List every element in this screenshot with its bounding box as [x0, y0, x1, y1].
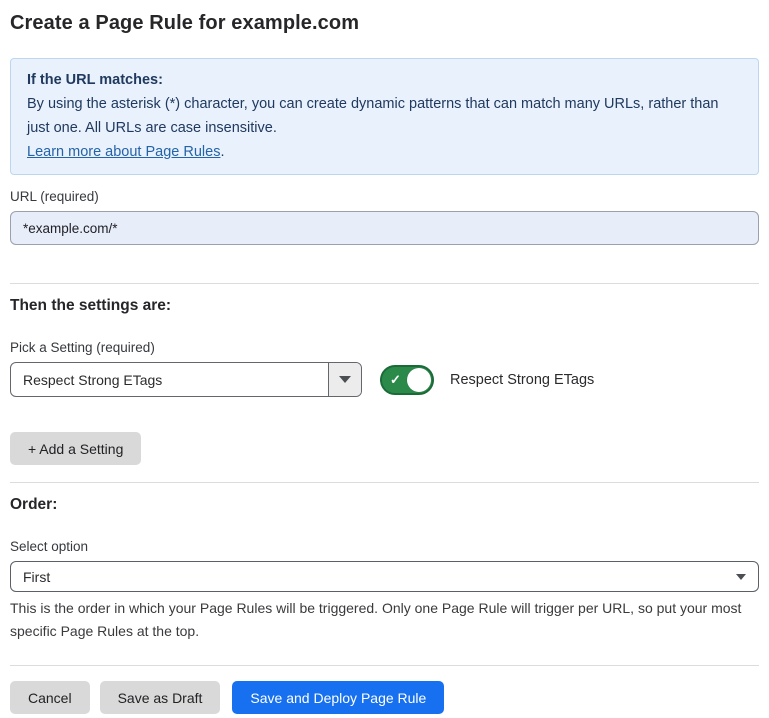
toggle-wrap: ✓ Respect Strong ETags [380, 365, 594, 395]
info-box-body: By using the asterisk (*) character, you… [27, 92, 742, 140]
link-period: . [220, 144, 224, 160]
section-divider [10, 482, 759, 483]
page-title: Create a Page Rule for example.com [10, 12, 759, 35]
settings-section-heading: Then the settings are: [10, 297, 759, 315]
actions-row: Cancel Save as Draft Save and Deploy Pag… [10, 681, 759, 714]
pick-setting-label: Pick a Setting (required) [10, 340, 759, 355]
setting-select-value: Respect Strong ETags [11, 363, 328, 396]
setting-select[interactable]: Respect Strong ETags [10, 362, 362, 397]
section-divider [10, 283, 759, 284]
order-select-value: First [23, 569, 736, 585]
section-divider [10, 665, 759, 666]
cancel-button[interactable]: Cancel [10, 681, 90, 714]
chevron-down-icon [736, 574, 746, 580]
save-draft-button[interactable]: Save as Draft [100, 681, 221, 714]
respect-strong-etags-toggle[interactable]: ✓ [380, 365, 434, 395]
dropdown-arrow-icon [339, 376, 351, 383]
info-box-link-line: Learn more about Page Rules. [27, 140, 742, 164]
order-select[interactable]: First [10, 561, 759, 592]
url-field-label: URL (required) [10, 189, 759, 204]
info-box-heading: If the URL matches: [27, 68, 742, 92]
add-setting-button[interactable]: + Add a Setting [10, 432, 141, 465]
page-rule-form: Create a Page Rule for example.com If th… [0, 0, 769, 714]
order-select-label: Select option [10, 539, 759, 554]
url-match-info-box: If the URL matches: By using the asteris… [10, 58, 759, 175]
toggle-label: Respect Strong ETags [450, 372, 594, 388]
toggle-knob [407, 368, 431, 392]
check-icon: ✓ [390, 373, 401, 386]
order-section-heading: Order: [10, 496, 759, 514]
save-deploy-button[interactable]: Save and Deploy Page Rule [232, 681, 444, 714]
order-help-text: This is the order in which your Page Rul… [10, 597, 759, 643]
setting-select-arrow-button[interactable] [328, 363, 361, 396]
learn-more-link[interactable]: Learn more about Page Rules [27, 144, 220, 160]
setting-row: Respect Strong ETags ✓ Respect Strong ET… [10, 362, 759, 397]
url-input[interactable] [10, 211, 759, 245]
